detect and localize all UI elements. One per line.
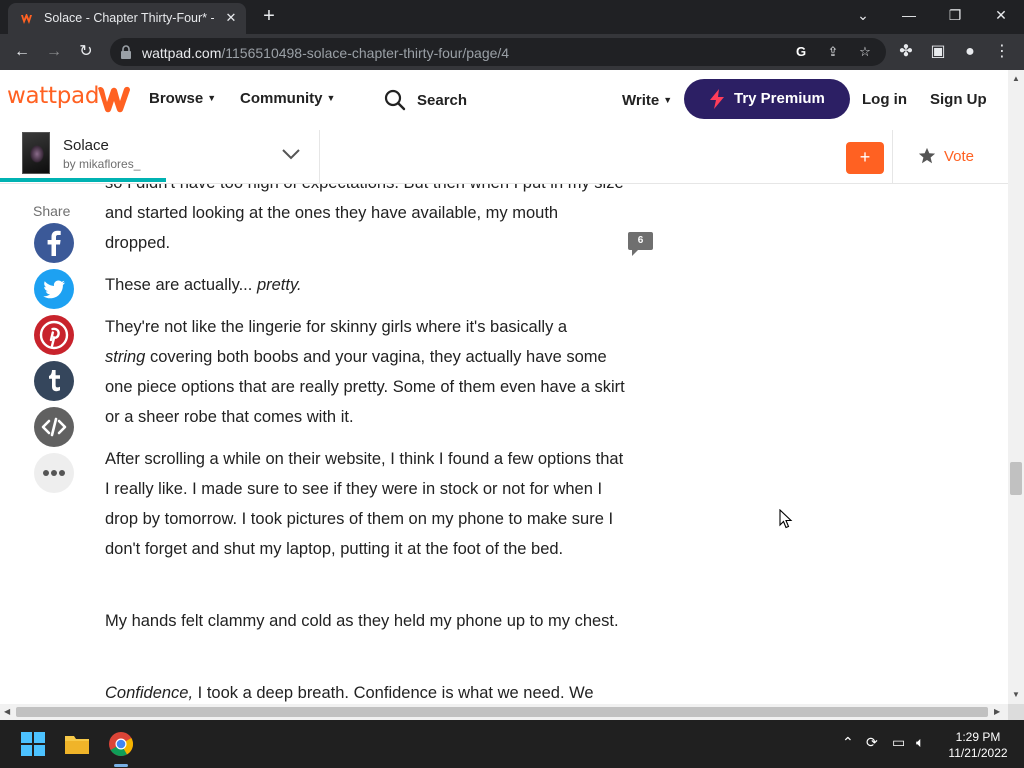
story-cover[interactable]	[22, 132, 50, 174]
reading-progress-bar	[0, 178, 167, 182]
comment-count: 6	[637, 235, 644, 246]
vertical-scroll-thumb[interactable]	[1010, 462, 1022, 495]
volume-icon[interactable]: 🔈︎	[916, 734, 924, 751]
community-menu[interactable]: Community ▼	[240, 90, 335, 107]
search-icon[interactable]	[384, 89, 406, 111]
forward-icon[interactable]: →	[42, 40, 66, 64]
divider	[319, 130, 320, 184]
chapter-text: so I didn't have too high of expectation…	[105, 184, 625, 704]
clock-time: 1:29 PM	[955, 730, 1001, 744]
clock-date: 11/21/2022	[948, 746, 1008, 760]
star-icon	[918, 147, 936, 164]
tab-search-icon[interactable]: ⌄	[840, 0, 886, 30]
caret-down-icon: ▼	[207, 93, 217, 103]
browser-toolbar: ← → ↻ wattpad.com/1156510498-solace-chap…	[0, 34, 1024, 70]
story-title[interactable]: Solace	[63, 137, 109, 154]
vote-label: Vote	[944, 148, 975, 165]
file-explorer-icon[interactable]	[63, 730, 91, 758]
network-icon[interactable]: ▭	[892, 734, 905, 751]
code-embed-icon	[34, 407, 74, 447]
vertical-scrollbar[interactable]: ▲ ▼	[1008, 70, 1024, 704]
login-link[interactable]: Log in	[862, 91, 907, 108]
pinterest-share-button[interactable]	[34, 315, 74, 355]
paragraph: These are actually... pretty.	[105, 276, 302, 294]
paragraph: After scrolling a while on their website…	[105, 450, 624, 558]
windows-start-icon[interactable]	[19, 730, 47, 758]
cover-art	[30, 145, 44, 163]
share-page-icon[interactable]: ⇪	[824, 43, 842, 61]
scrollbar-corner	[1008, 704, 1024, 720]
restore-icon[interactable]: ❐	[932, 0, 978, 30]
write-menu[interactable]: Write ▼	[622, 92, 672, 109]
embed-share-button[interactable]	[34, 407, 74, 447]
facebook-icon	[34, 223, 74, 263]
pinterest-icon	[34, 315, 74, 355]
reload-icon[interactable]: ↻	[74, 40, 98, 64]
lightning-icon	[710, 89, 724, 109]
tab-title: Solace - Chapter Thirty-Four* - P	[44, 11, 214, 25]
twitter-share-button[interactable]	[34, 269, 74, 309]
scroll-up-icon[interactable]: ▲	[1012, 74, 1020, 83]
wattpad-logo[interactable]: wattpad	[7, 83, 99, 109]
more-icon	[34, 453, 74, 493]
browser-tab[interactable]: Solace - Chapter Thirty-Four* - P ✕	[8, 3, 246, 34]
browse-menu[interactable]: Browse ▼	[149, 90, 216, 107]
address-bar[interactable]: wattpad.com/1156510498-solace-chapter-th…	[110, 38, 886, 66]
profile-icon[interactable]: ●	[958, 40, 982, 64]
system-clock[interactable]: 1:29 PM 11/21/2022	[940, 729, 1016, 761]
paragraph: Confidence, I took a deep breath. Confid…	[105, 684, 594, 702]
web-page: wattpad Browse ▼ Community ▼ Search Write ▼…	[0, 70, 1008, 704]
twitter-icon	[34, 269, 74, 309]
chevron-down-icon[interactable]	[281, 147, 301, 161]
active-app-indicator	[114, 764, 128, 767]
caret-down-icon: ▼	[663, 95, 673, 105]
new-tab-icon[interactable]: +	[258, 6, 280, 28]
scroll-left-icon[interactable]: ◀	[4, 707, 10, 716]
side-panel-icon[interactable]: ▣	[926, 40, 950, 64]
signup-link[interactable]: Sign Up	[930, 91, 987, 108]
paragraph: My hands felt clammy and cold as they he…	[105, 612, 619, 630]
google-icon[interactable]: G	[792, 43, 810, 61]
facebook-share-button[interactable]	[34, 223, 74, 263]
taskbar: ⌃ ⟳ ▭ 🔈︎ 1:29 PM 11/21/2022	[0, 720, 1024, 768]
tumblr-icon	[34, 361, 74, 401]
scroll-down-icon[interactable]: ▼	[1012, 690, 1020, 699]
scroll-right-icon[interactable]: ▶	[994, 707, 1000, 716]
try-premium-label: Try Premium	[734, 90, 825, 107]
sync-icon[interactable]: ⟳	[866, 734, 878, 751]
share-label: Share	[33, 203, 71, 219]
try-premium-button[interactable]: Try Premium	[684, 79, 850, 119]
tumblr-share-button[interactable]	[34, 361, 74, 401]
mouse-cursor-icon	[779, 509, 793, 529]
extensions-icon[interactable]: ✤	[894, 40, 918, 64]
chrome-menu-icon[interactable]: ⋮	[990, 40, 1014, 64]
horizontal-scroll-thumb[interactable]	[16, 707, 988, 717]
tray-overflow-icon[interactable]: ⌃	[842, 734, 854, 751]
paragraph: They're not like the lingerie for skinny…	[105, 318, 625, 426]
browser-tab-bar: Solace - Chapter Thirty-Four* - P ✕ + ⌄ …	[0, 0, 1024, 34]
more-share-button[interactable]	[34, 453, 74, 493]
minimize-icon[interactable]: —	[886, 0, 932, 30]
search-button[interactable]: Search	[417, 92, 467, 109]
close-window-icon[interactable]: ✕	[978, 0, 1024, 30]
paragraph: so I didn't have too high of expectation…	[105, 184, 624, 252]
caret-down-icon: ▼	[326, 93, 336, 103]
wattpad-logo-icon[interactable]	[96, 84, 132, 114]
lock-icon	[121, 45, 131, 59]
tab-close-icon[interactable]: ✕	[222, 9, 240, 27]
chrome-icon[interactable]	[107, 730, 135, 758]
horizontal-scrollbar[interactable]: ◀ ▶	[0, 704, 1008, 720]
site-header: wattpad Browse ▼ Community ▼ Search Write ▼…	[0, 70, 1008, 130]
inline-comment-button[interactable]: 6	[628, 232, 653, 257]
back-icon[interactable]: ←	[10, 40, 34, 64]
add-to-library-button[interactable]: +	[846, 142, 884, 174]
bookmark-star-icon[interactable]: ☆	[856, 43, 874, 61]
story-author[interactable]: by mikaflores_	[63, 157, 140, 171]
wattpad-favicon-icon	[21, 14, 32, 24]
url-text: wattpad.com/1156510498-solace-chapter-th…	[142, 45, 510, 61]
story-info-bar: Solace by mikaflores_ + Vote	[0, 130, 1008, 184]
divider	[892, 130, 893, 184]
